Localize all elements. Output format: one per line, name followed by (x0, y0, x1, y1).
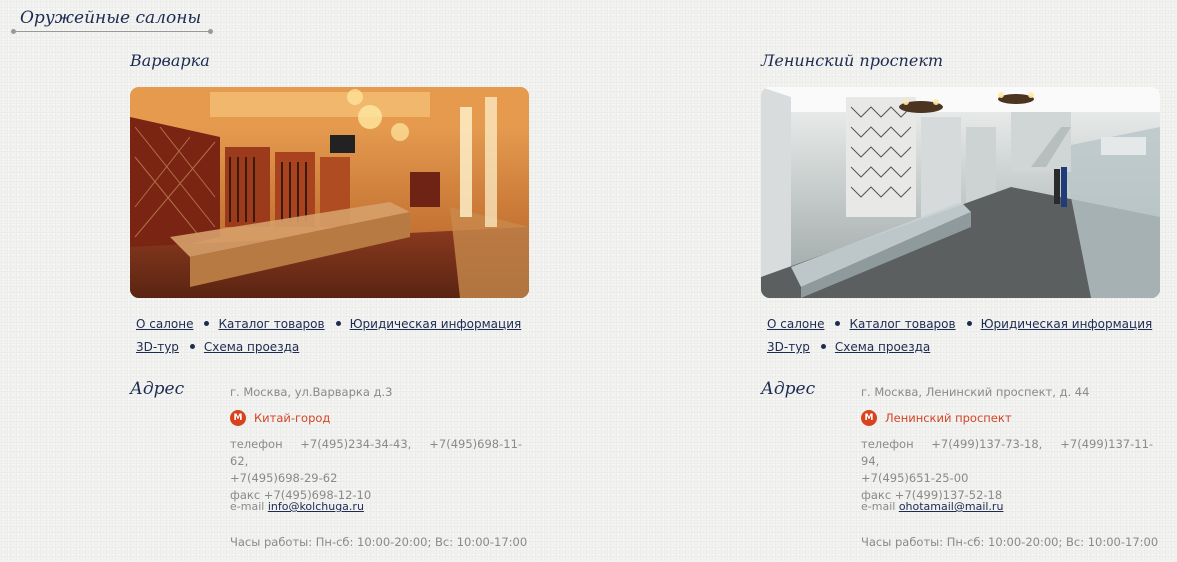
opening-hours: Часы работы: Пн-сб: 10:00-20:00; Вс: 10:… (861, 535, 1159, 549)
salon-photo[interactable] (761, 87, 1160, 298)
underline-dot-left (11, 29, 16, 34)
email-label: e-mail (230, 500, 265, 513)
bullet-separator (835, 321, 841, 326)
email-link[interactable]: ohotamail@mail.ru (899, 500, 1004, 513)
opening-hours: Часы работы: Пн-сб: 10:00-20:00; Вс: 10:… (230, 535, 528, 549)
metro-name: Ленинский проспект (885, 411, 1012, 425)
salon-card-varvarka: Варварка О салоне Каталог товаров Юридич… (130, 0, 550, 562)
bullet-separator (189, 344, 195, 349)
link-3d-tour[interactable]: 3D-тур (136, 340, 179, 354)
metro-icon: М (230, 409, 246, 426)
salon-title[interactable]: Ленинский проспект (761, 51, 943, 70)
phones: телефон +7(499)137-73-18, +7(499)137-11-9… (861, 436, 1161, 504)
salon-title[interactable]: Варварка (130, 51, 210, 70)
bullet-separator (335, 321, 341, 326)
email-link[interactable]: info@kolchuga.ru (268, 500, 364, 513)
metro-icon: М (861, 409, 877, 426)
salon-links: О салоне Каталог товаров Юридическая инфор… (767, 313, 1167, 359)
salon-links: О салоне Каталог товаров Юридическая инфор… (136, 313, 536, 359)
metro-station: М Ленинский проспект (861, 409, 1012, 427)
metro-name: Китай-город (254, 411, 331, 425)
salon-photo[interactable] (130, 87, 529, 298)
bullet-separator (966, 321, 972, 326)
link-legal-info[interactable]: Юридическая информация (981, 317, 1153, 331)
link-directions[interactable]: Схема проезда (204, 340, 299, 354)
salon-photo-image (130, 87, 529, 298)
phone-number: +7(499)137-73-18, (931, 437, 1043, 451)
email-row: e-mail info@kolchuga.ru (230, 498, 364, 515)
email-row: e-mail ohotamail@mail.ru (861, 498, 1003, 515)
street-address: г. Москва, ул.Варварка д.3 (230, 385, 393, 399)
phone-label: телефон (230, 437, 283, 451)
link-catalog[interactable]: Каталог товаров (218, 317, 324, 331)
street-address: г. Москва, Ленинский проспект, д. 44 (861, 385, 1090, 399)
address-heading: Адрес (761, 379, 816, 399)
phone-label: телефон (861, 437, 914, 451)
bullet-separator (204, 321, 210, 326)
salon-photo-image (761, 87, 1160, 298)
link-legal-info[interactable]: Юридическая информация (350, 317, 522, 331)
phone-number: +7(495)234-34-43, (300, 437, 412, 451)
link-about[interactable]: О салоне (767, 317, 824, 331)
link-3d-tour[interactable]: 3D-тур (767, 340, 810, 354)
bullet-separator (820, 344, 826, 349)
phone-number: +7(495)651-25-00 (861, 471, 969, 485)
phones: телефон +7(495)234-34-43, +7(495)698-11-6… (230, 436, 530, 504)
phone-number: +7(495)698-29-62 (230, 471, 338, 485)
salon-card-leninsky: Ленинский проспект О салоне Каталог това… (761, 0, 1177, 562)
link-about[interactable]: О салоне (136, 317, 193, 331)
email-label: e-mail (861, 500, 896, 513)
metro-station: М Китай-город (230, 409, 331, 427)
link-catalog[interactable]: Каталог товаров (849, 317, 955, 331)
address-heading: Адрес (130, 379, 185, 399)
link-directions[interactable]: Схема проезда (835, 340, 930, 354)
